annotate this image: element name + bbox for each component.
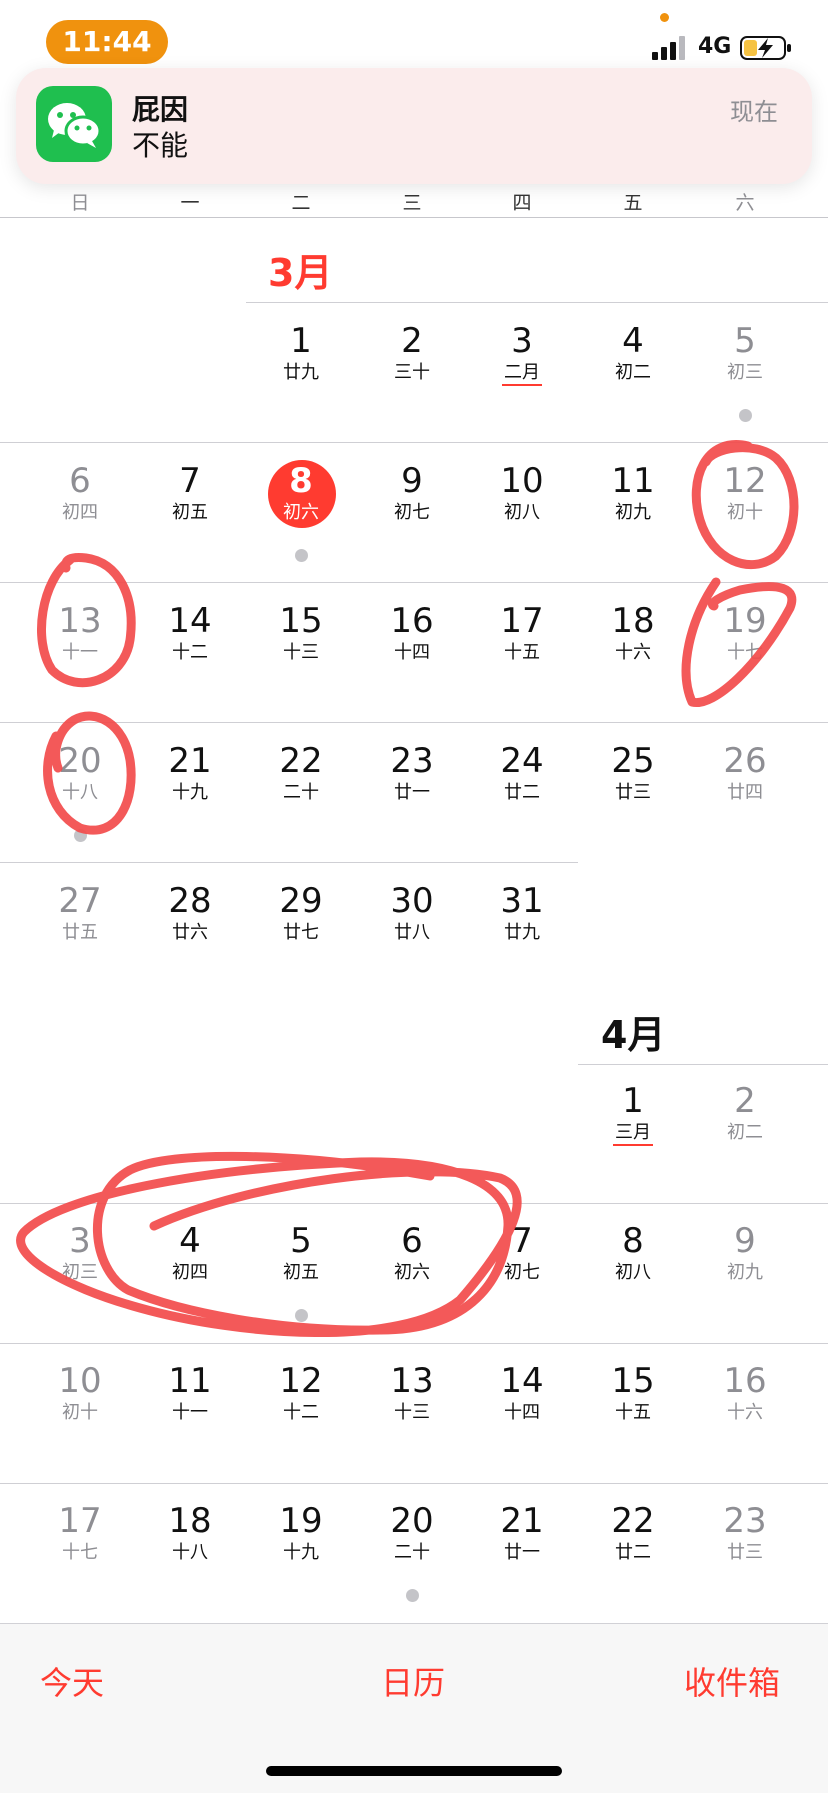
inbox-button[interactable]: 收件箱 <box>684 1658 780 1704</box>
day-cell[interactable]: 14 十四 <box>467 1362 577 1424</box>
day-cell[interactable]: 24 廿二 <box>467 742 577 804</box>
day-cell[interactable]: 2 初二 <box>690 1082 800 1144</box>
day-cell[interactable]: 4 初四 <box>135 1222 245 1284</box>
home-indicator[interactable] <box>266 1766 562 1776</box>
weekday-fri: 五 <box>623 192 643 214</box>
day-cell[interactable]: 9 初九 <box>690 1222 800 1284</box>
weekday-sun: 日 <box>70 192 90 214</box>
day-cell[interactable]: 18 十八 <box>135 1502 245 1564</box>
day-cell[interactable]: 19 十七 <box>690 602 800 664</box>
day-cell[interactable]: 29 廿七 <box>246 882 356 944</box>
status-time[interactable]: 11:44 <box>46 20 168 64</box>
day-cell[interactable]: 6 初四 <box>25 462 135 524</box>
day-cell[interactable]: 22 二十 <box>246 742 356 804</box>
notification-time: 现在 <box>730 98 778 126</box>
day-cell[interactable]: 18 十六 <box>578 602 688 664</box>
weekday-sat: 六 <box>735 192 755 214</box>
day-cell[interactable]: 2 三十 <box>357 322 467 384</box>
day-cell[interactable]: 20 二十 <box>357 1502 467 1564</box>
day-cell[interactable]: 17 十七 <box>25 1502 135 1564</box>
day-cell[interactable]: 16 十六 <box>690 1362 800 1424</box>
day-cell[interactable]: 26 廿四 <box>690 742 800 804</box>
event-dot <box>74 829 87 842</box>
day-cell[interactable]: 16 十四 <box>357 602 467 664</box>
row-divider <box>578 1064 828 1065</box>
today-button[interactable]: 今天 <box>40 1658 104 1704</box>
day-cell[interactable]: 7 初五 <box>135 462 245 524</box>
row-divider <box>0 1203 828 1204</box>
weekday-thu: 四 <box>512 192 532 214</box>
privacy-indicator-dot <box>660 13 669 22</box>
day-cell-today[interactable]: 8 初六 <box>246 462 356 524</box>
row-divider <box>246 302 828 303</box>
day-cell[interactable]: 19 十九 <box>246 1502 356 1564</box>
month-title-april: 4月 <box>601 1013 666 1057</box>
day-cell[interactable]: 20 十八 <box>25 742 135 804</box>
battery-charging-icon <box>740 36 791 60</box>
day-cell[interactable]: 12 十二 <box>246 1362 356 1424</box>
day-cell[interactable]: 5 初五 <box>246 1222 356 1284</box>
day-cell[interactable]: 13 十一 <box>25 602 135 664</box>
event-dot <box>295 549 308 562</box>
row-divider <box>0 862 578 863</box>
day-cell[interactable]: 11 初九 <box>578 462 688 524</box>
day-cell[interactable]: 25 廿三 <box>578 742 688 804</box>
day-cell[interactable]: 15 十五 <box>578 1362 688 1424</box>
event-dot <box>406 1589 419 1602</box>
day-cell[interactable]: 28 廿六 <box>135 882 245 944</box>
weekday-tue: 二 <box>291 192 311 214</box>
day-cell[interactable]: 23 廿三 <box>690 1502 800 1564</box>
day-cell[interactable]: 9 初七 <box>357 462 467 524</box>
day-cell[interactable]: 31 廿九 <box>467 882 577 944</box>
weekday-mon: 一 <box>180 192 200 214</box>
header-divider <box>0 217 828 218</box>
day-cell[interactable]: 22 廿二 <box>578 1502 688 1564</box>
calendars-button[interactable]: 日历 <box>381 1658 445 1704</box>
day-cell[interactable]: 5 初三 <box>690 322 800 384</box>
row-divider <box>0 442 828 443</box>
day-cell[interactable]: 8 初八 <box>578 1222 688 1284</box>
notification-body: 不能 <box>132 129 189 162</box>
day-cell[interactable]: 21 廿一 <box>467 1502 577 1564</box>
day-cell[interactable]: 7 初七 <box>467 1222 577 1284</box>
signal-icon <box>652 36 685 60</box>
day-cell[interactable]: 17 十五 <box>467 602 577 664</box>
day-cell[interactable]: 14 十二 <box>135 602 245 664</box>
day-cell[interactable]: 1 三月 <box>578 1082 688 1146</box>
day-cell[interactable]: 23 廿一 <box>357 742 467 804</box>
day-cell[interactable]: 11 十一 <box>135 1362 245 1424</box>
network-type: 4G <box>698 34 732 59</box>
day-cell[interactable]: 13 十三 <box>357 1362 467 1424</box>
month-title-march: 3月 <box>268 251 333 295</box>
row-divider <box>0 722 828 723</box>
day-cell[interactable]: 6 初六 <box>357 1222 467 1284</box>
day-cell[interactable]: 4 初二 <box>578 322 688 384</box>
day-cell[interactable]: 12 初十 <box>690 462 800 524</box>
day-cell[interactable]: 3 二月 <box>467 322 577 386</box>
day-cell[interactable]: 21 十九 <box>135 742 245 804</box>
wechat-icon[interactable] <box>36 86 112 162</box>
day-cell[interactable]: 27 廿五 <box>25 882 135 944</box>
day-cell[interactable]: 15 十三 <box>246 602 356 664</box>
row-divider <box>0 1483 828 1484</box>
row-divider <box>0 1343 828 1344</box>
notification-title: 屁因 <box>132 93 189 126</box>
row-divider <box>0 582 828 583</box>
weekday-wed: 三 <box>402 192 422 214</box>
day-cell[interactable]: 10 初八 <box>467 462 577 524</box>
day-cell[interactable]: 30 廿八 <box>357 882 467 944</box>
day-cell[interactable]: 1 廿九 <box>246 322 356 384</box>
event-dot <box>295 1309 308 1322</box>
day-cell[interactable]: 10 初十 <box>25 1362 135 1424</box>
day-cell[interactable]: 3 初三 <box>25 1222 135 1284</box>
event-dot <box>739 409 752 422</box>
